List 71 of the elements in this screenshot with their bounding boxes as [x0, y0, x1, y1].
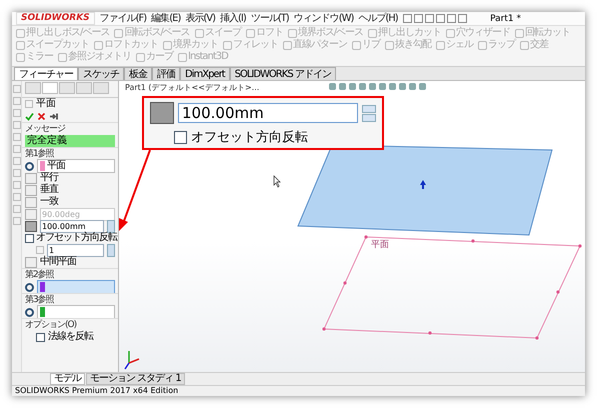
dimension-icon — [150, 102, 174, 124]
menu-item[interactable]: ウィンドウ(W) — [294, 12, 354, 24]
panel-tab[interactable] — [25, 82, 41, 94]
value-field[interactable]: 100.00mm — [40, 220, 104, 232]
spin-button[interactable] — [107, 220, 115, 232]
ok-icon[interactable] — [25, 112, 34, 120]
option-label: 中間平面 — [40, 256, 76, 268]
menu-item[interactable]: ファイル(F) — [100, 12, 146, 24]
breadcrumb[interactable]: Part1 (デフォルト<<デフォルト>... — [125, 82, 260, 93]
mid-plane-button[interactable] — [25, 256, 37, 268]
instances-icon — [36, 246, 44, 254]
selection-field[interactable] — [37, 305, 115, 319]
reference-icon — [25, 162, 34, 170]
reference-icon — [25, 282, 34, 292]
menu-item[interactable]: 編集(E) — [151, 12, 180, 24]
menu-item[interactable]: ヘルプ(H) — [358, 12, 398, 24]
bottom-tab[interactable]: モーション スタディ 1 — [86, 373, 185, 385]
constraint-label: 垂直 — [40, 184, 58, 196]
checkbox[interactable] — [25, 234, 34, 242]
window-title: Part1 * — [490, 14, 521, 24]
tool-icon — [223, 40, 232, 50]
constraint-label: 一致 — [40, 196, 58, 208]
panel-tab[interactable] — [59, 82, 75, 94]
pin-icon[interactable] — [49, 112, 58, 120]
panel-tab[interactable] — [76, 82, 92, 94]
panel-title: 平面 — [36, 98, 56, 110]
menu-item[interactable]: 挿入(I) — [220, 12, 246, 24]
reference-icon — [25, 308, 34, 316]
status-bar: SOLIDWORKS Premium 2017 x64 Edition — [12, 385, 585, 396]
field-value: 平面 — [47, 160, 65, 172]
spin-up-button[interactable] — [362, 104, 376, 112]
plane-label: 平面 — [371, 240, 389, 250]
checkbox-label: オフセット方向反転 — [36, 232, 117, 244]
close-icon[interactable] — [37, 112, 46, 120]
constraint-label: 平行 — [40, 172, 58, 184]
command-tab[interactable]: スケッチ — [78, 67, 124, 80]
command-tab[interactable]: 板金 — [124, 67, 152, 80]
status-message: 完全定義 — [25, 135, 115, 147]
checkbox[interactable] — [174, 130, 187, 144]
app-logo: SOLIDWORKS — [16, 12, 95, 25]
tool-icon — [136, 52, 145, 62]
axis-triad-icon — [124, 351, 140, 370]
menu-item[interactable]: ツール(T) — [250, 12, 289, 24]
tool-icon — [194, 28, 204, 38]
section-header[interactable]: オプション(O) — [22, 318, 118, 331]
tool-icon — [94, 40, 103, 50]
checkbox[interactable] — [36, 332, 45, 342]
menu-item[interactable]: 表示(V) — [185, 12, 215, 24]
checkbox-label: 法線を反転 — [48, 331, 93, 343]
distance-field[interactable]: 100.00mm — [178, 103, 358, 123]
command-tab[interactable]: 評価 — [152, 67, 180, 80]
spin-down-button[interactable] — [362, 114, 376, 122]
tool-icon — [478, 40, 487, 50]
count-field[interactable]: 1 — [47, 244, 104, 256]
panel-tab[interactable] — [42, 82, 58, 94]
command-tab[interactable]: DimXpert — [180, 67, 230, 80]
tool-icon — [114, 28, 124, 38]
panel-tab[interactable] — [93, 82, 109, 94]
drag-handle-icon — [420, 180, 426, 189]
spin-button[interactable] — [107, 244, 115, 256]
constraint-button[interactable] — [25, 220, 37, 232]
command-tab[interactable]: フィーチャー — [14, 67, 78, 80]
tool-icon — [246, 28, 255, 38]
checkbox-label: オフセット方向反転 — [191, 129, 308, 146]
selection-field[interactable]: 平面 — [37, 159, 115, 173]
tool-icon — [58, 52, 67, 62]
plane-icon — [25, 100, 33, 108]
bottom-tab[interactable]: モデル — [50, 373, 85, 385]
selection-field[interactable] — [37, 280, 115, 294]
command-tab[interactable]: SOLIDWORKS アドイン — [230, 67, 336, 80]
cursor-icon — [274, 175, 281, 188]
